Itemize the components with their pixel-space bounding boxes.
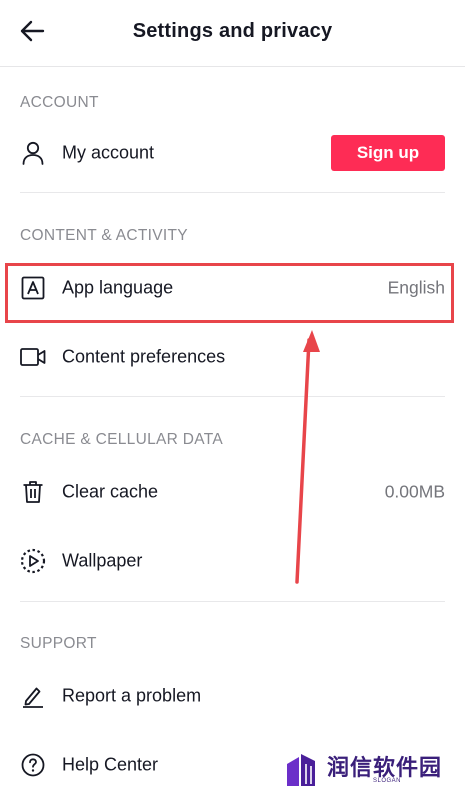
divider: [20, 192, 445, 193]
section-title-cache: CACHE & CELLULAR DATA: [20, 431, 223, 448]
question-circle-icon: [20, 752, 46, 778]
building-logo-icon: [287, 754, 315, 786]
pencil-icon: [20, 683, 46, 709]
row-app-language[interactable]: App language English: [0, 257, 465, 319]
page-title: Settings and privacy: [132, 20, 333, 42]
report-problem-label: Report a problem: [62, 685, 202, 706]
watermark-logo: 润信软件园 SLOGAN: [285, 748, 450, 788]
row-content-preferences[interactable]: Content preferences: [0, 326, 465, 388]
section-title-content-activity: CONTENT & ACTIVITY: [20, 227, 188, 244]
language-icon: [20, 275, 46, 301]
trash-icon: [20, 479, 46, 505]
row-my-account[interactable]: My account Sign up: [0, 122, 465, 184]
person-icon: [20, 140, 46, 166]
header-bar: Settings and privacy: [0, 0, 465, 67]
divider: [20, 601, 445, 602]
divider: [20, 396, 445, 397]
help-center-label: Help Center: [62, 754, 159, 775]
app-language-label: App language: [62, 277, 174, 298]
my-account-label: My account: [62, 142, 155, 163]
wallpaper-label: Wallpaper: [62, 550, 143, 571]
watermark-slogan: SLOGAN: [373, 778, 402, 784]
wallpaper-play-icon: [20, 548, 46, 574]
video-camera-icon: [20, 344, 46, 370]
row-wallpaper[interactable]: Wallpaper: [0, 530, 465, 592]
row-report-problem[interactable]: Report a problem: [0, 665, 465, 727]
app-language-value: English: [387, 277, 445, 298]
sign-up-button[interactable]: Sign up: [331, 135, 445, 171]
row-clear-cache[interactable]: Clear cache 0.00MB: [0, 461, 465, 523]
cache-size-value: 0.00MB: [384, 481, 445, 502]
content-preferences-label: Content preferences: [62, 346, 226, 367]
section-title-account: ACCOUNT: [20, 94, 99, 111]
clear-cache-label: Clear cache: [62, 481, 159, 502]
section-title-support: SUPPORT: [20, 635, 97, 652]
